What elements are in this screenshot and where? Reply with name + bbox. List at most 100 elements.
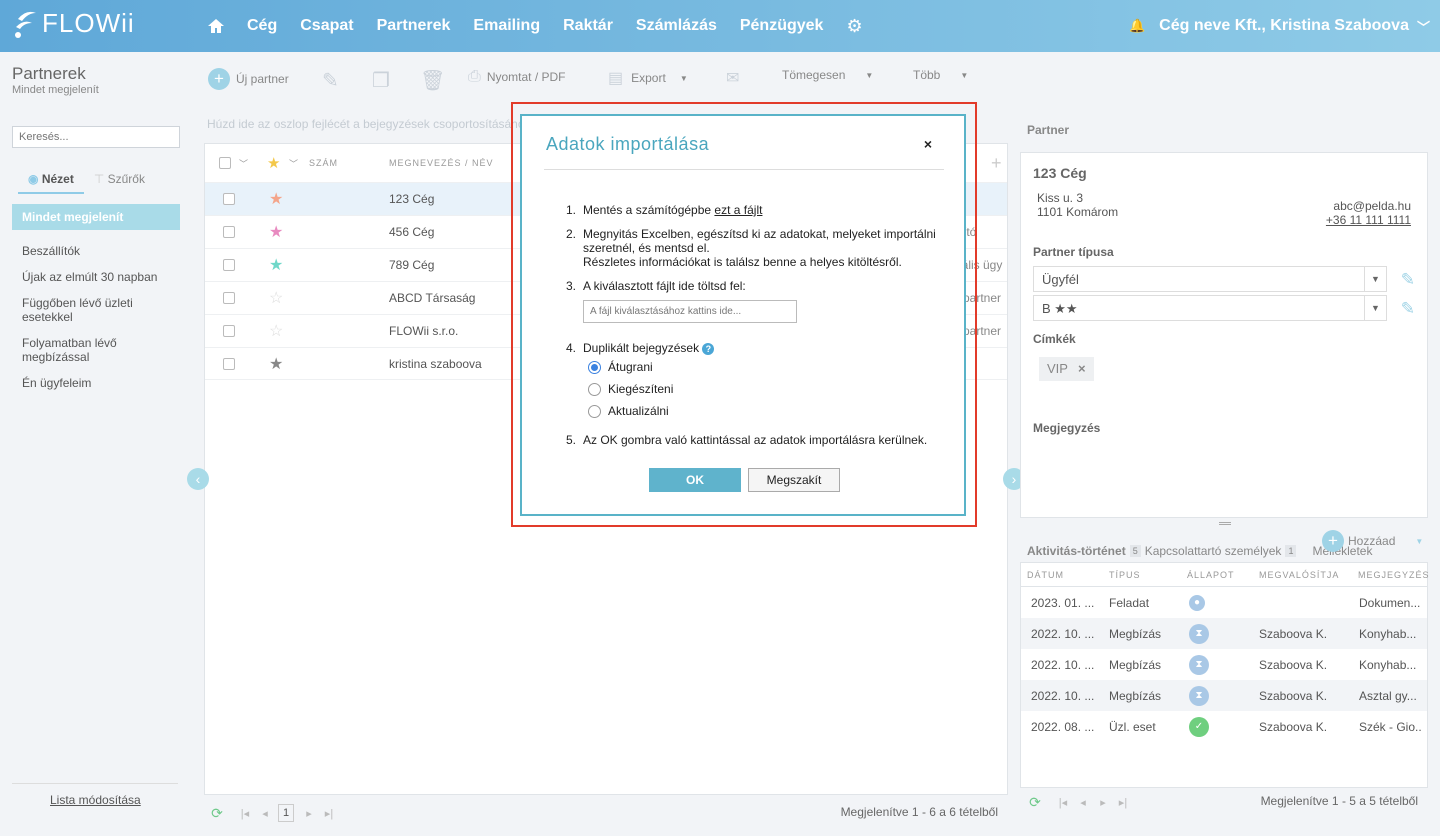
col-note[interactable]: MEGJEGYZÉS (1358, 570, 1430, 580)
view-item-my-clients[interactable]: Én ügyfeleim (12, 370, 180, 396)
collapse-left-arrow-icon[interactable]: ‹ (187, 468, 209, 490)
view-item-pending-cases[interactable]: Függőben lévő üzleti esetekkel (12, 290, 180, 330)
file-upload-field[interactable]: A fájl kiválasztásához kattins ide... (583, 300, 797, 323)
partner-phone[interactable]: +36 11 111 1111 (1326, 213, 1411, 227)
col-type[interactable]: TÍPUS (1109, 570, 1141, 580)
radio-button-checked[interactable] (588, 360, 601, 374)
nav-item-ceg[interactable]: Cég (247, 17, 277, 35)
radio-skip[interactable]: Átugrani (588, 360, 653, 374)
refresh-icon[interactable]: ⟳ (210, 804, 224, 822)
edit-pencil-icon[interactable]: ✎ (322, 68, 339, 93)
close-icon[interactable]: × (924, 136, 932, 152)
table-row[interactable]: 2022. 10. ... Megbízás ⧗ Szaboova K. Kon… (1021, 618, 1427, 649)
prev-page-icon[interactable]: ◂ (1076, 793, 1090, 811)
table-row[interactable]: 2022. 08. ... Üzl. eset ✓ Szaboova K. Sz… (1021, 711, 1427, 742)
col-status[interactable]: ÁLLAPOT (1187, 570, 1235, 580)
copy-icon[interactable]: ❐ (372, 68, 390, 93)
nav-item-partnerek[interactable]: Partnerek (377, 17, 451, 35)
ok-button[interactable]: OK (649, 468, 741, 492)
resize-handle[interactable] (1219, 522, 1231, 525)
nav-item-penzugyek[interactable]: Pénzügyek (740, 17, 824, 35)
row-checkbox[interactable] (223, 226, 235, 238)
edit-list-link[interactable]: Lista módosítása (50, 793, 141, 807)
last-page-icon[interactable]: ▸| (322, 804, 336, 822)
trash-icon[interactable]: 🗑 (420, 68, 445, 93)
tab-filters[interactable]: ⊤ Szűrők (84, 166, 155, 194)
select-all-checkbox[interactable] (219, 157, 231, 169)
star-icon[interactable]: ★ (269, 189, 283, 209)
radio-complete[interactable]: Kiegészíteni (588, 382, 673, 396)
row-checkbox[interactable] (223, 325, 235, 337)
table-row[interactable]: 2023. 01. ... Feladat ● Dokumen... (1021, 587, 1427, 618)
chevron-down-icon[interactable]: ﹀ (239, 157, 249, 170)
download-template-link[interactable]: ezt a fájlt (714, 203, 762, 217)
company-user-menu[interactable]: 🔔 Cég neve Kft., Kristina Szaboova ﹀ (1129, 0, 1430, 52)
col-assignee[interactable]: MEGVALÓSÍTJA (1259, 570, 1339, 580)
star-outline-icon[interactable]: ☆ (269, 288, 283, 308)
bulk-dropdown[interactable]: Tömegesen ▼ (782, 68, 873, 82)
settings-gear-icon[interactable]: ⚙ (846, 16, 862, 37)
prev-page-icon[interactable]: ◂ (258, 804, 272, 822)
notification-bell-icon[interactable]: 🔔 (1129, 18, 1145, 34)
tab-contacts[interactable]: Kapcsolattartó személyek (1145, 544, 1282, 558)
group-by-hint[interactable]: Húzd ide az oszlop fejlécét a bejegyzése… (207, 117, 531, 131)
view-item-all[interactable]: Mindet megjelenít (12, 204, 180, 230)
main-nav: Cég Csapat Partnerek Emailing Raktár Szá… (207, 0, 863, 52)
last-page-icon[interactable]: ▸| (1116, 793, 1130, 811)
help-question-icon[interactable]: ? (702, 343, 715, 355)
chevron-down-icon[interactable]: ﹀ (289, 157, 299, 170)
nav-item-szamlazas[interactable]: Számlázás (636, 17, 717, 35)
row-checkbox[interactable] (223, 292, 235, 304)
nav-item-emailing[interactable]: Emailing (473, 17, 540, 35)
star-filter-icon[interactable]: ★ (267, 154, 281, 172)
col-date[interactable]: DÁTUM (1027, 570, 1064, 580)
partner-type-select[interactable]: Ügyfél ▼ (1033, 266, 1387, 292)
tag-chip[interactable]: VIP × (1039, 357, 1094, 381)
star-icon[interactable]: ★ (269, 222, 283, 242)
star-icon[interactable]: ★ (269, 255, 283, 275)
tab-activity-history[interactable]: Aktivitás-történet (1027, 544, 1126, 558)
first-page-icon[interactable]: |◂ (1056, 793, 1070, 811)
first-page-icon[interactable]: |◂ (238, 804, 252, 822)
col-number[interactable]: SZÁM (309, 158, 338, 168)
export-button[interactable]: ▤ Export ▼ (608, 68, 688, 88)
cancel-button[interactable]: Megszakít (748, 468, 840, 492)
nav-item-csapat[interactable]: Csapat (300, 17, 353, 35)
star-outline-icon[interactable]: ☆ (269, 321, 283, 341)
print-pdf-button[interactable]: ⎙ Nyomtat / PDF (468, 68, 566, 86)
radio-update[interactable]: Aktualizálni (588, 404, 669, 418)
edit-pencil-icon[interactable]: ✎ (1401, 299, 1415, 319)
more-dropdown[interactable]: Több ▼ (913, 68, 968, 82)
search-input[interactable] (12, 126, 180, 148)
star-icon[interactable]: ★ (269, 354, 283, 374)
home-icon[interactable] (207, 17, 225, 35)
row-checkbox[interactable] (223, 259, 235, 271)
view-item-suppliers[interactable]: Beszállítók (12, 238, 180, 264)
remove-tag-close-icon[interactable]: × (1078, 361, 1086, 376)
table-row[interactable]: 2022. 10. ... Megbízás ⧗ Szaboova K. Asz… (1021, 680, 1427, 711)
next-page-icon[interactable]: ▸ (302, 804, 316, 822)
col-name[interactable]: MEGNEVEZÉS / NÉV (389, 158, 494, 168)
partner-rating-select[interactable]: B ★★ ▼ (1033, 295, 1387, 321)
email-icon[interactable]: ✉ (726, 68, 739, 88)
table-row[interactable]: 2022. 10. ... Megbízás ⧗ Szaboova K. Kon… (1021, 649, 1427, 680)
radio-button[interactable] (588, 382, 601, 396)
cell-date: 2022. 10. ... (1031, 626, 1095, 641)
flowii-logo[interactable]: FLOWii (12, 8, 135, 39)
edit-pencil-icon[interactable]: ✎ (1401, 270, 1415, 290)
new-partner-button[interactable]: + Új partner (208, 68, 289, 90)
logo-text: FLOWii (42, 8, 135, 38)
add-activity-button[interactable]: + Hozzáad ▼ (1322, 530, 1423, 552)
row-checkbox[interactable] (223, 193, 235, 205)
view-item-ongoing-orders[interactable]: Folyamatban lévő megbízással (12, 330, 180, 370)
row-checkbox[interactable] (223, 357, 235, 370)
refresh-icon[interactable]: ⟳ (1028, 793, 1042, 811)
partner-email[interactable]: abc@pelda.hu (1326, 199, 1411, 213)
view-item-new-30-days[interactable]: Újak az elmúlt 30 napban (12, 264, 180, 290)
add-column-plus-icon[interactable]: + (991, 153, 1003, 174)
page-number[interactable]: 1 (278, 804, 294, 822)
radio-button[interactable] (588, 404, 601, 418)
next-page-icon[interactable]: ▸ (1096, 793, 1110, 811)
nav-item-raktar[interactable]: Raktár (563, 17, 613, 35)
tab-view[interactable]: ◉ Nézet (18, 166, 84, 194)
